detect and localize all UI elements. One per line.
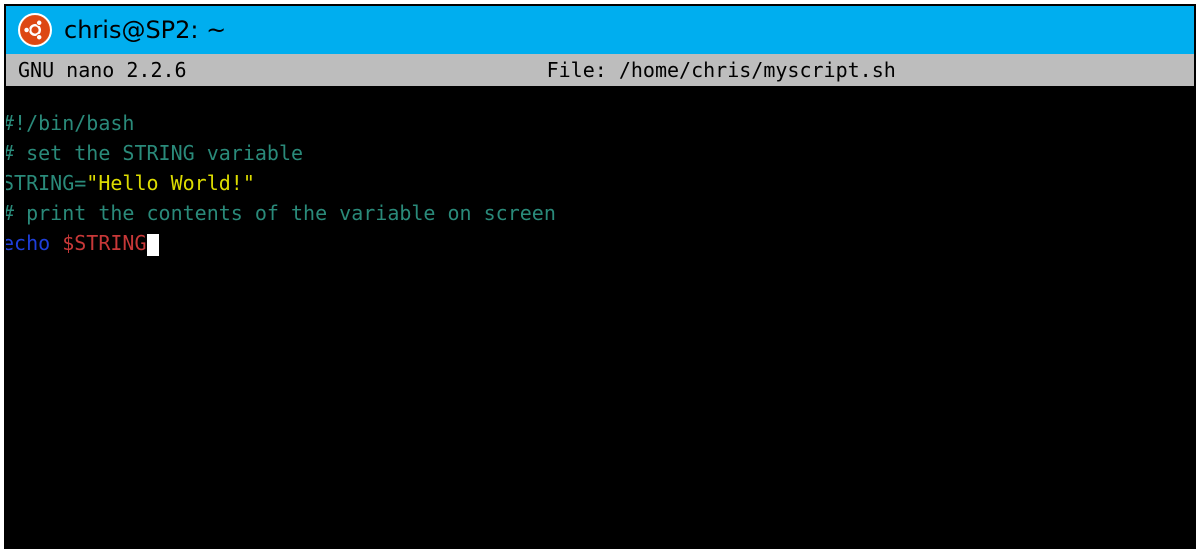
terminal-window: chris@SP2: ~ GNU nano 2.2.6 File: /home/… xyxy=(4,4,1196,549)
file-label: File: /home/chris/myscript.sh xyxy=(547,58,896,82)
variable-reference: $STRING xyxy=(62,231,146,255)
file-path: /home/chris/myscript.sh xyxy=(619,58,896,82)
code-line: # set the STRING variable xyxy=(4,138,1194,168)
string-literal: "Hello World!" xyxy=(86,171,255,195)
window-title: chris@SP2: ~ xyxy=(64,16,226,44)
command: echo xyxy=(4,231,62,255)
code-line: # print the contents of the variable on … xyxy=(4,198,1194,228)
variable-name: STRING= xyxy=(4,171,86,195)
ubuntu-icon xyxy=(18,13,52,47)
text-cursor xyxy=(147,234,159,256)
code-line: STRING="Hello World!" xyxy=(4,168,1194,198)
nano-version: GNU nano 2.2.6 xyxy=(18,58,187,82)
shebang: #!/bin/bash xyxy=(4,111,134,135)
code-line: echo $STRING xyxy=(4,228,1194,258)
comment: # set the STRING variable xyxy=(4,141,303,165)
editor-area[interactable]: #!/bin/bash # set the STRING variable ST… xyxy=(4,86,1194,258)
code-line: #!/bin/bash xyxy=(4,108,1194,138)
window-titlebar[interactable]: chris@SP2: ~ xyxy=(6,6,1194,54)
nano-header: GNU nano 2.2.6 File: /home/chris/myscrip… xyxy=(6,54,1194,86)
comment: # print the contents of the variable on … xyxy=(4,201,556,225)
